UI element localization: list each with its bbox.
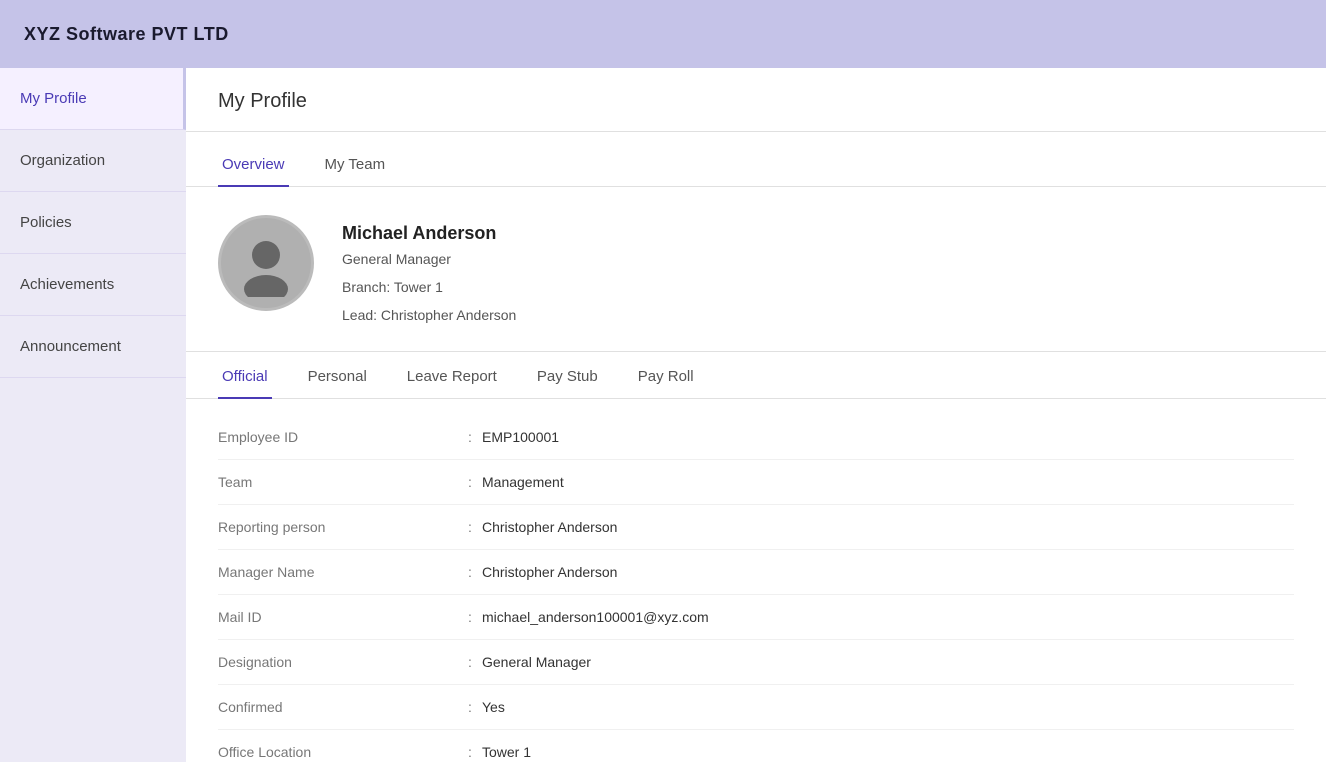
tab-pay-stub[interactable]: Pay Stub [533, 352, 602, 399]
avatar [218, 215, 314, 311]
profile-role: General Manager [342, 248, 516, 272]
detail-colon: : [458, 699, 482, 715]
detail-value: Christopher Anderson [482, 564, 617, 580]
detail-row: Designation:General Manager [218, 640, 1294, 685]
tab-leave-report[interactable]: Leave Report [403, 352, 501, 399]
avatar-icon [232, 229, 300, 297]
sidebar-item-achievements[interactable]: Achievements [0, 254, 186, 316]
profile-tabs: Overview My Team [186, 140, 1326, 187]
detail-label: Employee ID [218, 429, 458, 445]
detail-row: Office Location:Tower 1 [218, 730, 1294, 762]
details-table: Employee ID:EMP100001Team:ManagementRepo… [186, 399, 1326, 762]
detail-value: michael_anderson100001@xyz.com [482, 609, 709, 625]
tab-personal[interactable]: Personal [304, 352, 371, 399]
detail-colon: : [458, 429, 482, 445]
detail-value: Yes [482, 699, 505, 715]
detail-label: Reporting person [218, 519, 458, 535]
profile-branch: Branch: Tower 1 [342, 276, 516, 300]
detail-colon: : [458, 474, 482, 490]
main-layout: My Profile Organization Policies Achieve… [0, 68, 1326, 762]
detail-value: Tower 1 [482, 744, 531, 760]
sidebar-item-organization[interactable]: Organization [0, 130, 186, 192]
page-title: My Profile [218, 90, 1294, 113]
detail-colon: : [458, 609, 482, 625]
tab-overview[interactable]: Overview [218, 140, 289, 187]
detail-label: Mail ID [218, 609, 458, 625]
content-area: My Profile Overview My Team Michael Ande… [186, 68, 1326, 762]
detail-label: Designation [218, 654, 458, 670]
detail-row: Mail ID:michael_anderson100001@xyz.com [218, 595, 1294, 640]
detail-row: Team:Management [218, 460, 1294, 505]
detail-row: Employee ID:EMP100001 [218, 415, 1294, 460]
tab-my-team[interactable]: My Team [321, 140, 390, 187]
detail-colon: : [458, 654, 482, 670]
detail-value: Christopher Anderson [482, 519, 617, 535]
detail-colon: : [458, 564, 482, 580]
detail-colon: : [458, 744, 482, 760]
detail-label: Manager Name [218, 564, 458, 580]
tab-pay-roll[interactable]: Pay Roll [634, 352, 698, 399]
topbar: XYZ Software PVT LTD [0, 0, 1326, 68]
sidebar-item-announcement[interactable]: Announcement [0, 316, 186, 378]
profile-info: Michael Anderson General Manager Branch:… [342, 215, 516, 327]
detail-colon: : [458, 519, 482, 535]
profile-lead: Lead: Christopher Anderson [342, 304, 516, 328]
detail-tabs: Official Personal Leave Report Pay Stub … [186, 352, 1326, 399]
detail-row: Manager Name:Christopher Anderson [218, 550, 1294, 595]
detail-label: Team [218, 474, 458, 490]
profile-name: Michael Anderson [342, 223, 516, 244]
detail-value: Management [482, 474, 564, 490]
page-header: My Profile [186, 68, 1326, 132]
detail-row: Reporting person:Christopher Anderson [218, 505, 1294, 550]
detail-label: Office Location [218, 744, 458, 760]
profile-section: Michael Anderson General Manager Branch:… [186, 187, 1326, 352]
tab-official[interactable]: Official [218, 352, 272, 399]
detail-row: Confirmed:Yes [218, 685, 1294, 730]
sidebar-item-policies[interactable]: Policies [0, 192, 186, 254]
app-title: XYZ Software PVT LTD [24, 24, 229, 45]
detail-value: General Manager [482, 654, 591, 670]
detail-value: EMP100001 [482, 429, 559, 445]
sidebar-item-my-profile[interactable]: My Profile [0, 68, 186, 130]
sidebar: My Profile Organization Policies Achieve… [0, 68, 186, 762]
detail-label: Confirmed [218, 699, 458, 715]
